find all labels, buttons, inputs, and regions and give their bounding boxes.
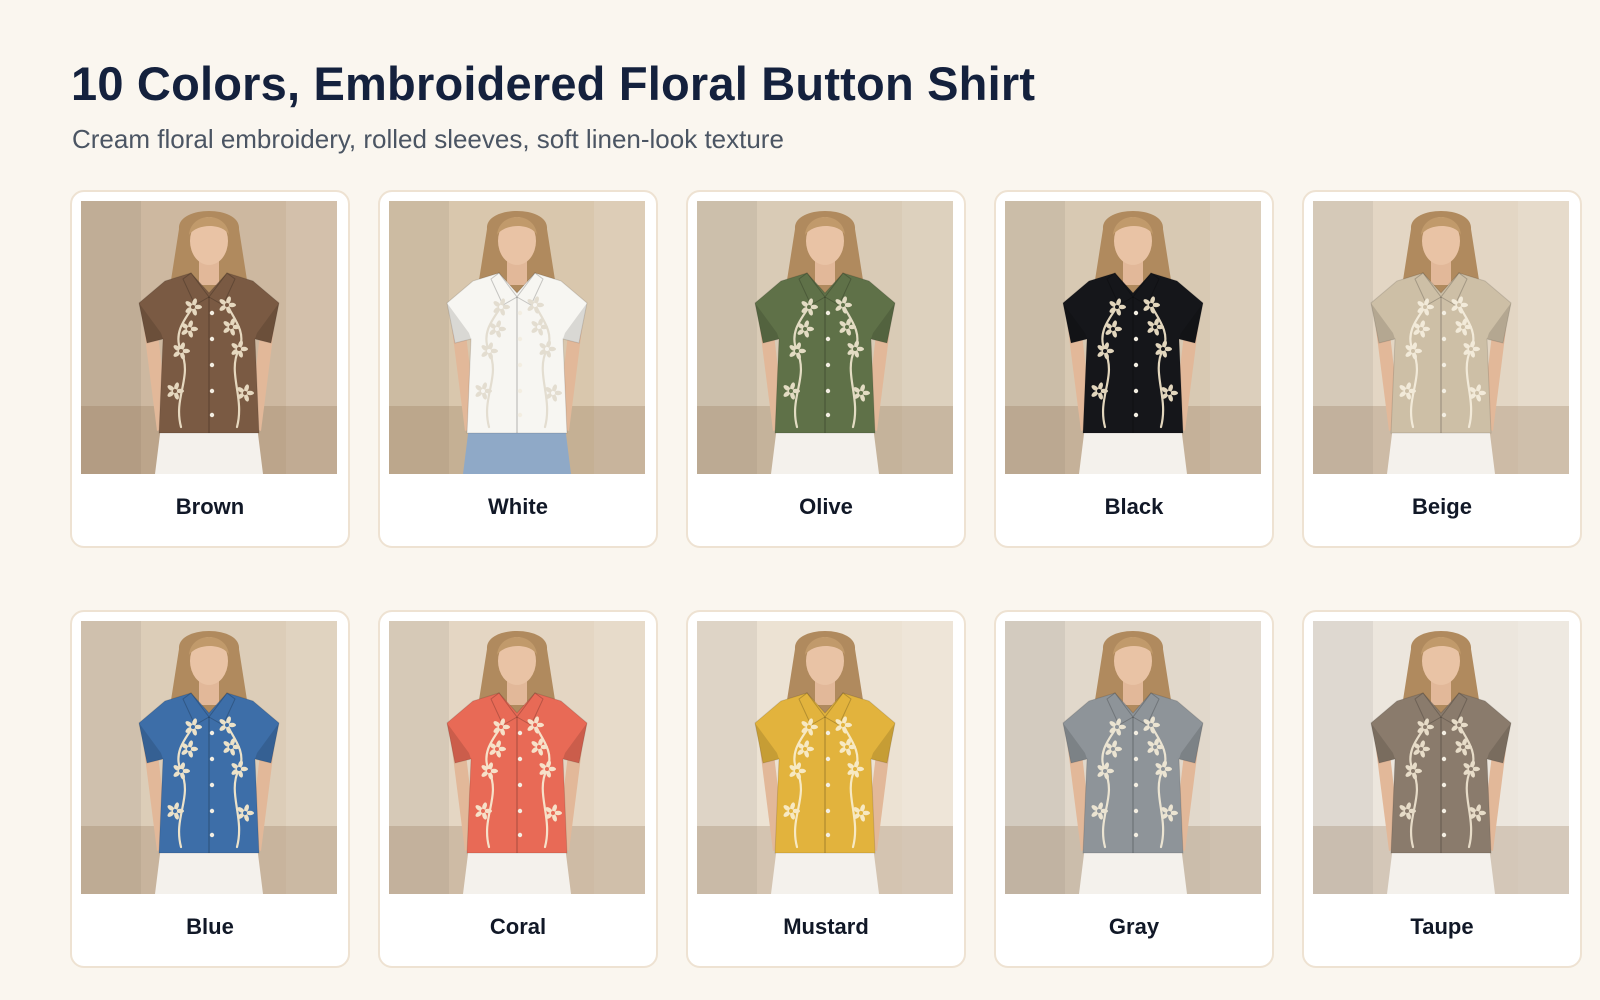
model-illustration [697,201,953,474]
model-illustration [389,621,645,894]
color-label: Coral [489,914,547,939]
color-card-taupe[interactable]: Taupe [1302,610,1582,968]
color-card-gray[interactable]: Gray [994,610,1274,968]
model-illustration [1313,621,1569,894]
color-label: Taupe [1410,914,1474,939]
model-illustration [81,201,337,474]
product-photo [1313,201,1569,474]
color-label: Olive [799,494,853,519]
model-illustration [1005,621,1261,894]
color-card-blue[interactable]: Blue [70,610,350,968]
color-label: Black [1104,494,1164,519]
color-label: Gray [1108,914,1160,939]
color-label: White [488,494,548,519]
color-card-beige[interactable]: Beige [1302,190,1582,548]
product-photo [1005,621,1261,894]
color-card-brown[interactable]: Brown [70,190,350,548]
color-card-olive[interactable]: Olive [686,190,966,548]
model-illustration [697,621,953,894]
color-card-mustard[interactable]: Mustard [686,610,966,968]
color-label: Brown [175,494,245,519]
product-photo [389,621,645,894]
color-card-white[interactable]: White [378,190,658,548]
page-subtitle: Cream floral embroidery, rolled sleeves,… [72,124,784,154]
page-title: 10 Colors, Embroidered Floral Button Shi… [71,57,1036,110]
model-illustration [81,621,337,894]
model-illustration [1313,201,1569,474]
model-illustration [389,201,645,474]
product-photo [1005,201,1261,474]
product-photo [81,201,337,474]
product-photo [697,201,953,474]
color-label: Blue [186,914,234,939]
product-photo [81,621,337,894]
color-label: Mustard [783,914,869,939]
color-card-coral[interactable]: Coral [378,610,658,968]
model-illustration [1005,201,1261,474]
product-photo [1313,621,1569,894]
product-photo [697,621,953,894]
color-grid: Brown White Olive Black Beige Blue Coral… [70,190,1582,968]
color-card-black[interactable]: Black [994,190,1274,548]
product-photo [389,201,645,474]
color-label: Beige [1412,494,1472,519]
